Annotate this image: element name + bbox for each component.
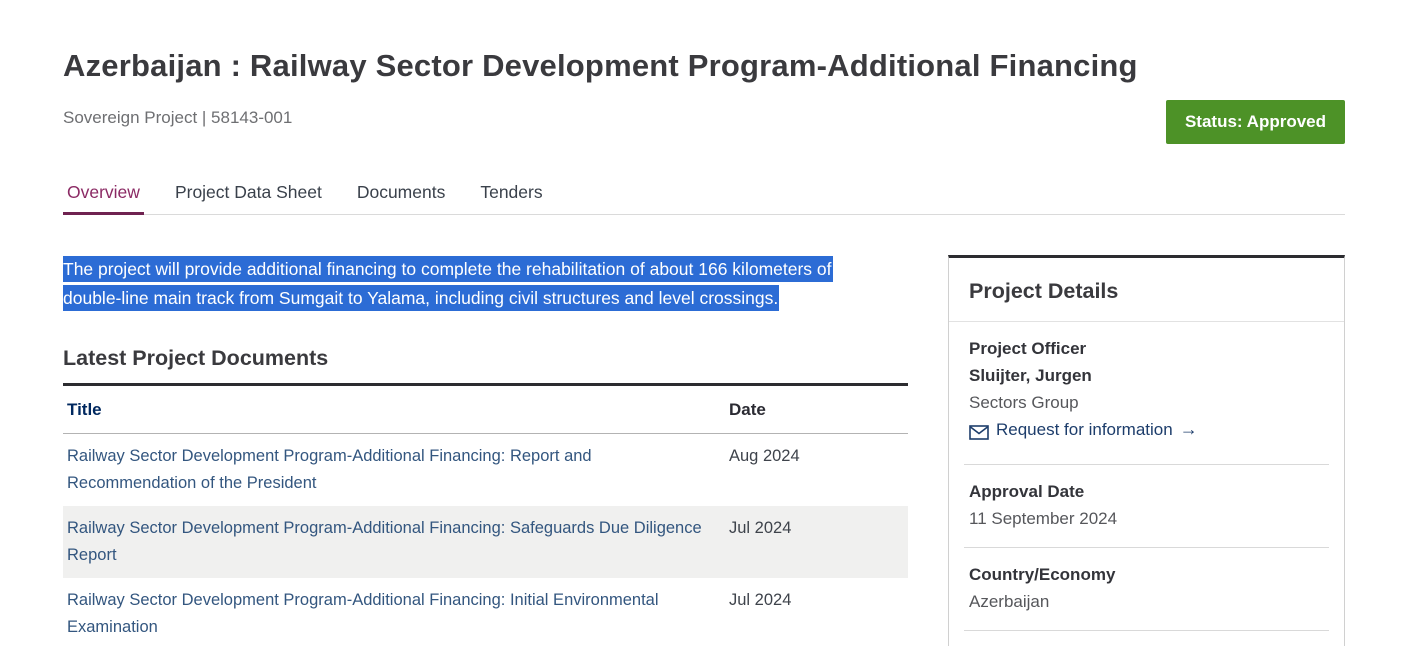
tab-tenders[interactable]: Tenders	[476, 176, 546, 214]
subtitle-row: Sovereign Project | 58143-001 Status: Ap…	[63, 100, 1345, 146]
status-badge: Status: Approved	[1166, 100, 1345, 144]
table-row: Railway Sector Development Program-Addit…	[63, 578, 908, 646]
document-date: Aug 2024	[725, 434, 908, 507]
table-row: Railway Sector Development Program-Addit…	[63, 434, 908, 507]
approval-date-section: Approval Date 11 September 2024	[964, 464, 1329, 547]
table-row: Railway Sector Development Program-Addit…	[63, 506, 908, 578]
country-economy-label: Country/Economy	[969, 561, 1324, 588]
page-title: Azerbaijan : Railway Sector Development …	[63, 48, 1345, 84]
document-link[interactable]: Railway Sector Development Program-Addit…	[67, 447, 592, 492]
column-header-title[interactable]: Title	[63, 385, 725, 434]
project-officer-name: Sluijter, Jurgen	[969, 362, 1324, 389]
project-officer-section: Project Officer Sluijter, Jurgen Sectors…	[964, 322, 1329, 464]
project-officer-group: Sectors Group	[969, 389, 1324, 416]
document-link[interactable]: Railway Sector Development Program-Addit…	[67, 591, 659, 636]
documents-table: Title Date Railway Sector Development Pr…	[63, 383, 908, 646]
tab-project-data-sheet[interactable]: Project Data Sheet	[171, 176, 326, 214]
table-header-row: Title Date	[63, 385, 908, 434]
tab-documents[interactable]: Documents	[353, 176, 450, 214]
document-date: Jul 2024	[725, 578, 908, 646]
content-area: The project will provide additional fina…	[63, 255, 1345, 646]
tab-overview[interactable]: Overview	[63, 176, 144, 215]
document-link[interactable]: Railway Sector Development Program-Addit…	[67, 519, 702, 564]
sidebar: Project Details Project Officer Sluijter…	[948, 255, 1345, 646]
envelope-icon	[969, 422, 989, 438]
request-for-information-link[interactable]: Request for information →	[969, 416, 1198, 443]
project-details-heading: Project Details	[949, 258, 1344, 322]
project-details-body: Project Officer Sluijter, Jurgen Sectors…	[949, 322, 1344, 646]
approval-date-label: Approval Date	[969, 478, 1324, 505]
request-link-label: Request for information	[996, 416, 1173, 443]
main-column: The project will provide additional fina…	[63, 255, 908, 646]
country-economy-section: Country/Economy Azerbaijan	[964, 547, 1329, 630]
project-subtitle: Sovereign Project | 58143-001	[63, 108, 292, 128]
project-page: Azerbaijan : Railway Sector Development …	[0, 48, 1419, 646]
project-officer-label: Project Officer	[969, 335, 1324, 362]
document-date: Jul 2024	[725, 506, 908, 578]
country-economy-value: Azerbaijan	[969, 588, 1324, 615]
sector-section: Sector Transport	[964, 630, 1329, 646]
selected-text-highlight[interactable]: The project will provide additional fina…	[63, 256, 833, 311]
column-header-date[interactable]: Date	[725, 385, 908, 434]
arrow-right-icon: →	[1180, 416, 1198, 443]
approval-date-value: 11 September 2024	[969, 505, 1324, 532]
latest-documents-heading: Latest Project Documents	[63, 346, 908, 371]
project-details-card: Project Details Project Officer Sluijter…	[948, 255, 1345, 646]
project-description: The project will provide additional fina…	[63, 255, 883, 313]
tab-bar: Overview Project Data Sheet Documents Te…	[63, 176, 1345, 215]
